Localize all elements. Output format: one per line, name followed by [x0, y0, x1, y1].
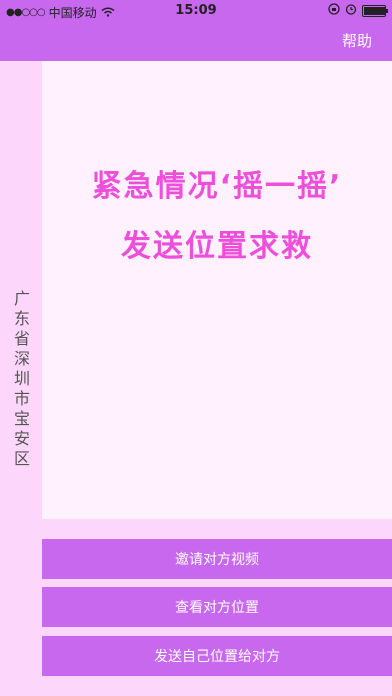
- status-right: [328, 3, 388, 18]
- battery-icon: [362, 4, 388, 17]
- help-button[interactable]: 帮助: [342, 30, 372, 51]
- view-location-button[interactable]: 查看对方位置: [42, 587, 392, 627]
- send-location-button[interactable]: 发送自己位置给对方: [42, 636, 392, 676]
- invite-video-button[interactable]: 邀请对方视频: [42, 539, 392, 579]
- location-text: 广东省深圳市宝安区: [13, 289, 30, 468]
- location-sidebar: 广东省深圳市宝安区: [0, 61, 42, 696]
- slogan-line-2: 发送位置求救: [121, 229, 313, 264]
- rotation-lock-icon: [328, 3, 340, 18]
- shake-panel[interactable]: 紧急情况‘摇一摇’ 发送位置求救: [42, 61, 392, 519]
- slogan-line-1: 紧急情况‘摇一摇’: [91, 169, 343, 204]
- status-bar: ●●○○○ 中国移动 15:09: [0, 0, 392, 22]
- top-bar: ●●○○○ 中国移动 15:09 帮助: [0, 0, 392, 61]
- alarm-icon: [345, 3, 357, 18]
